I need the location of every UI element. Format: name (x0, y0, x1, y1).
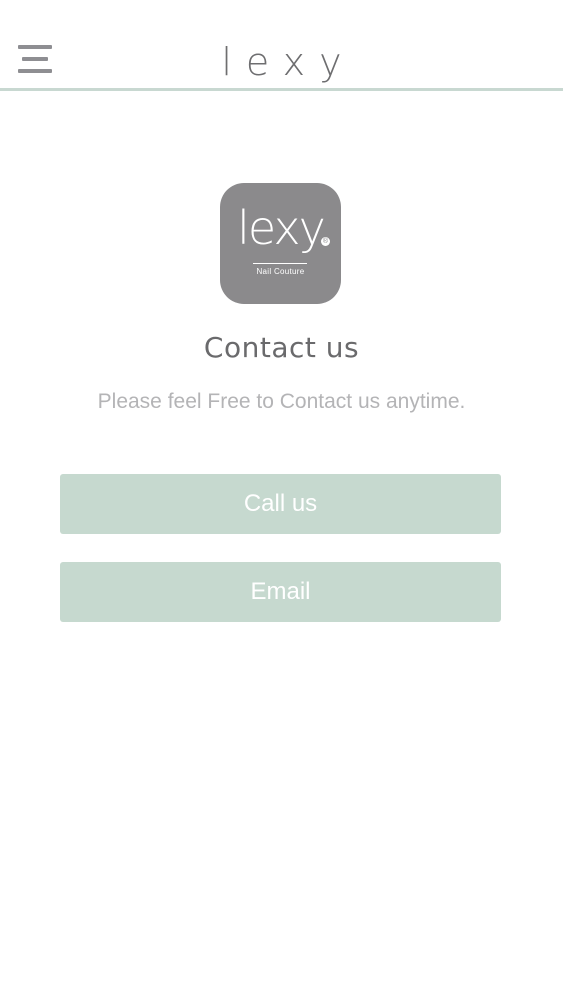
app-header: lexy (0, 0, 563, 89)
brand-logo: lexy ® Nail Couture (220, 183, 341, 304)
email-button[interactable]: Email (60, 562, 501, 622)
page-title: Contact us (203, 331, 360, 364)
header-divider (0, 88, 563, 91)
logo-wordmark: lexy (237, 201, 326, 255)
logo-divider (253, 263, 307, 264)
logo-tagline: Nail Couture (256, 267, 305, 276)
app-title: lexy (221, 40, 356, 84)
contact-page: lexy lexy ® Nail Couture Contact us Plea… (0, 0, 563, 1000)
registered-mark: ® (321, 237, 330, 246)
call-us-button[interactable]: Call us (60, 474, 501, 534)
page-subtitle: Please feel Free to Contact us anytime. (97, 390, 466, 413)
